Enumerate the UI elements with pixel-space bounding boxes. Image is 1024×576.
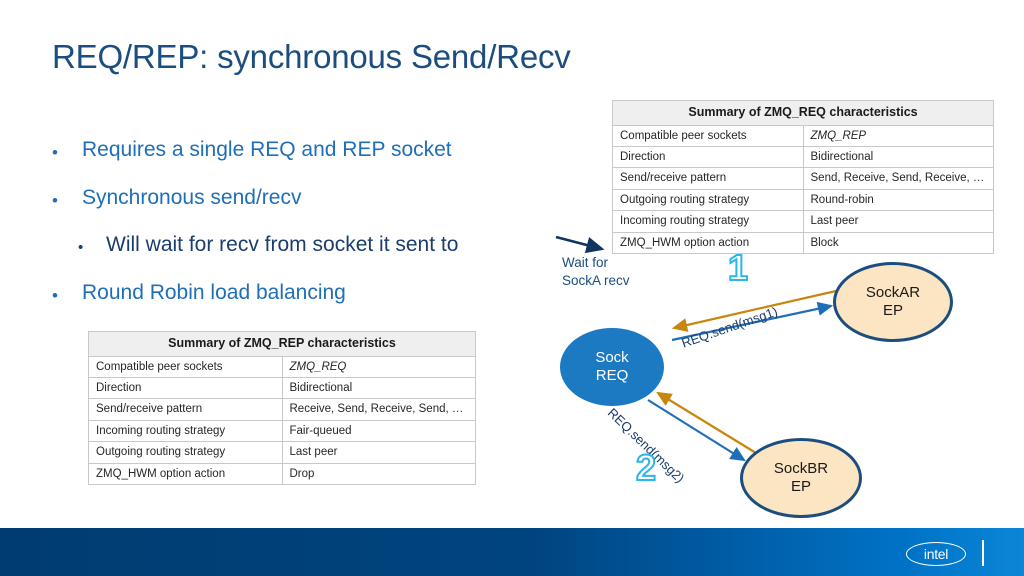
node-sock-b-line1: SockBR (773, 460, 829, 478)
table-cell-key: Compatible peer sockets (612, 124, 804, 148)
req-rep-flow-diagram: Wait for SockA recv Sock REQ SockAR EP S… (548, 228, 1024, 520)
table-cell-key: Direction (88, 376, 283, 400)
table-cell-key: ZMQ_HWM option action (88, 462, 283, 485)
table-title-row: Summary of ZMQ_REQ characteristics (612, 100, 994, 126)
bullet-item: • Round Robin load balancing (52, 281, 346, 304)
bullet-item-sub: • Will wait for recv from socket it sent… (78, 233, 458, 256)
zmq-rep-characteristics-table: Summary of ZMQ_REP characteristics Compa… (88, 331, 476, 485)
table-cell-value: ZMQ_REP (802, 124, 994, 148)
table-row: Outgoing routing strategy Round-robin (612, 188, 994, 212)
footer-band (0, 528, 1024, 576)
table-row: Send/receive pattern Send, Receive, Send… (612, 167, 994, 190)
bullet-text: Synchronous send/recv (82, 186, 302, 209)
node-sock-a-line2: EP (882, 302, 903, 319)
bullet-marker-icon: • (52, 143, 58, 162)
node-sock-b-line2: EP (790, 478, 811, 495)
table-row: Send/receive pattern Receive, Send, Rece… (88, 398, 476, 421)
node-sock-req-line2: REQ (595, 367, 629, 384)
table-row: Direction Bidirectional (88, 376, 476, 400)
table-cell-key: Outgoing routing strategy (612, 188, 804, 212)
table-cell-value: Bidirectional (802, 145, 994, 169)
reply-arrow-msg2 (656, 391, 757, 454)
pointer-arrow (555, 235, 605, 254)
table-cell-key: Outgoing routing strategy (88, 441, 283, 464)
table-cell-key: Send/receive pattern (88, 398, 283, 421)
table-cell-value: Last peer (281, 441, 476, 464)
node-sock-req-line1: Sock (595, 349, 629, 367)
table-title: Summary of ZMQ_REQ characteristics (612, 100, 994, 126)
node-sock-req: Sock REQ (560, 328, 664, 406)
bullet-marker-icon: • (52, 286, 58, 305)
table-cell-value: Round-robin (802, 188, 994, 212)
table-row: Direction Bidirectional (612, 145, 994, 169)
intel-logo: intel (906, 542, 966, 566)
table-cell-value: Bidirectional (281, 376, 476, 400)
wait-for-recv-label: Wait for SockA recv (562, 255, 630, 289)
table-title-row: Summary of ZMQ_REP characteristics (88, 331, 476, 357)
table-cell-key: Compatible peer sockets (88, 355, 283, 379)
node-sock-a-rep: SockAR EP (833, 262, 953, 342)
bullet-text: Round Robin load balancing (82, 281, 346, 304)
bullet-marker-icon: • (52, 191, 58, 210)
table-cell-key: Direction (612, 145, 804, 169)
step-number-2: 2 (635, 447, 657, 488)
table-row: Incoming routing strategy Fair-queued (88, 419, 476, 443)
logo-divider (982, 540, 984, 566)
node-sock-b-rep: SockBR EP (740, 438, 862, 518)
table-row: ZMQ_HWM option action Drop (88, 462, 476, 485)
table-cell-value: Drop (281, 462, 476, 485)
table-title: Summary of ZMQ_REP characteristics (88, 331, 476, 357)
bullet-item: • Synchronous send/recv (52, 186, 301, 209)
table-cell-value: Send, Receive, Send, Receive, … (802, 167, 994, 190)
table-cell-key: Incoming routing strategy (88, 419, 283, 443)
table-row: Compatible peer sockets ZMQ_REQ (88, 355, 476, 379)
page-title: REQ/REP: synchronous Send/Recv (52, 38, 571, 75)
node-sock-a-line1: SockAR (865, 284, 921, 302)
table-row: Compatible peer sockets ZMQ_REP (612, 124, 994, 148)
bullet-text: Will wait for recv from socket it sent t… (106, 233, 459, 256)
table-cell-value: Fair-queued (281, 419, 476, 443)
table-row: Outgoing routing strategy Last peer (88, 441, 476, 464)
step-number-1: 1 (727, 247, 749, 288)
table-cell-key: Send/receive pattern (612, 167, 804, 190)
bullet-marker-icon: • (78, 239, 84, 256)
bullet-item: • Requires a single REQ and REP socket (52, 138, 452, 161)
bullet-text: Requires a single REQ and REP socket (82, 138, 452, 161)
table-cell-value: ZMQ_REQ (281, 355, 476, 379)
table-cell-value: Receive, Send, Receive, Send, … (281, 398, 476, 421)
